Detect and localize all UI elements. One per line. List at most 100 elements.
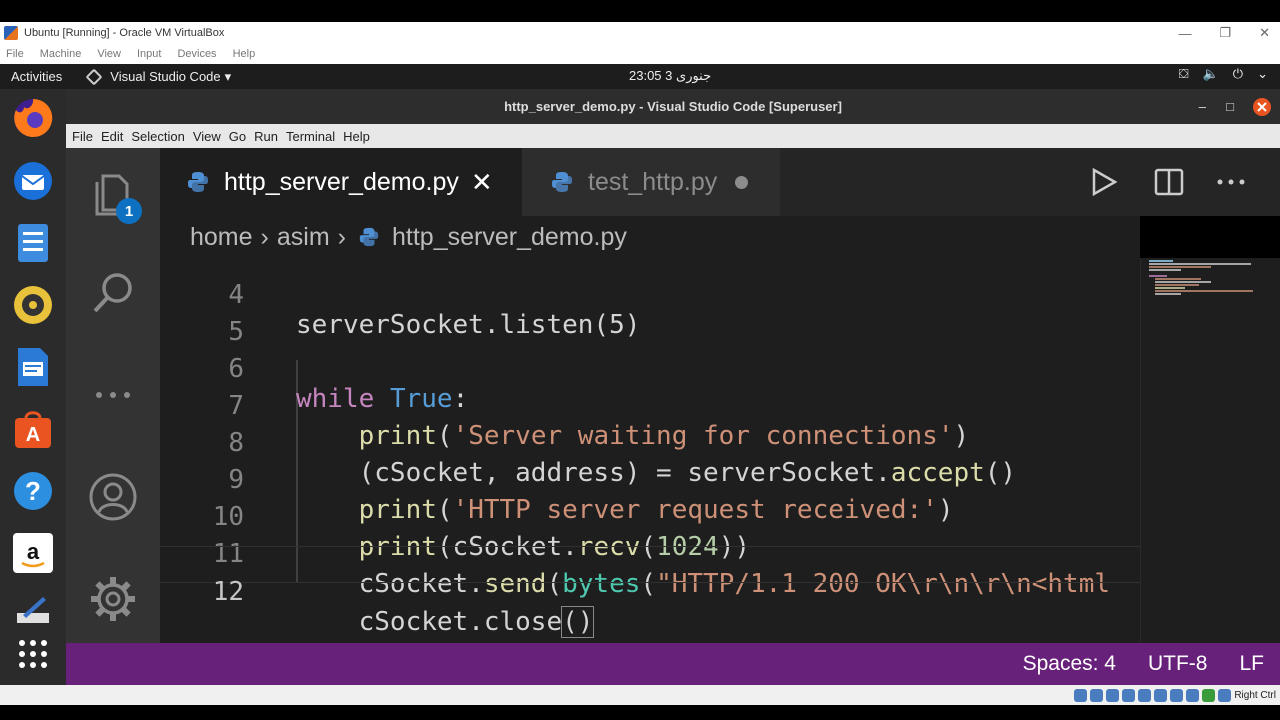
search-icon <box>90 270 136 316</box>
minimap[interactable] <box>1140 258 1280 643</box>
close-tab-icon[interactable]: ✕ <box>471 167 493 198</box>
status-bar: Spaces: 4 UTF-8 LF <box>66 643 1280 685</box>
svg-text:A: A <box>26 424 40 446</box>
explorer-badge: 1 <box>116 198 142 224</box>
letterbox-bottom <box>0 705 1280 720</box>
indentation-status[interactable]: Spaces: 4 <box>1023 652 1116 676</box>
manage-button[interactable] <box>86 572 140 626</box>
cpu-icon[interactable] <box>1202 689 1215 702</box>
code-line: 10 print(cSocket.recv(1024)) <box>160 472 1140 509</box>
usb-icon[interactable] <box>1138 689 1151 702</box>
tab-label: test_http.py <box>588 168 717 197</box>
activity-bar: 1 <box>66 148 160 643</box>
code-editor[interactable]: 4 serverSocket.listen(5) 5 6 while True:… <box>160 258 1140 643</box>
code-line: 11 cSocket.send(bytes("HTTP/1.1 200 OK\r… <box>160 509 1140 546</box>
minimize-icon[interactable]: – <box>1199 89 1206 124</box>
chevron-down-icon: ⌄ <box>1257 66 1268 82</box>
breadcrumb-home[interactable]: home <box>190 223 253 252</box>
vbox-titlebar: Ubuntu [Running] - Oracle VM VirtualBox … <box>0 22 1280 44</box>
text-editor-icon[interactable] <box>11 587 55 631</box>
host-key-label: Right Ctrl <box>1234 690 1276 701</box>
app-menu[interactable]: Visual Studio Code ▾ <box>88 69 231 85</box>
menu-go[interactable]: Go <box>229 129 246 144</box>
display-icon[interactable] <box>1170 689 1183 702</box>
unsaved-dot-icon[interactable] <box>735 176 748 189</box>
vbox-menu-devices[interactable]: Devices <box>177 48 216 60</box>
menu-help[interactable]: Help <box>343 129 370 144</box>
explorer-button[interactable]: 1 <box>86 166 140 220</box>
help-icon[interactable]: ? <box>11 469 55 513</box>
python-file-icon <box>550 170 574 194</box>
ubuntu-software-icon[interactable]: A <box>11 407 55 451</box>
gear-icon <box>88 574 138 624</box>
vscode-window-title: http_server_demo.py - Visual Studio Code… <box>504 99 842 114</box>
encoding-status[interactable]: UTF-8 <box>1148 652 1208 676</box>
libreoffice-writer-icon[interactable] <box>11 345 55 389</box>
menu-view[interactable]: View <box>193 129 221 144</box>
activities-button[interactable]: Activities <box>11 69 62 84</box>
svg-text:?: ? <box>25 476 41 506</box>
amazon-icon[interactable]: a <box>11 531 55 575</box>
clock[interactable]: جنوری 3 23:05 <box>629 68 711 84</box>
vbox-menubar: File Machine View Input Devices Help <box>0 44 1280 64</box>
shared-folders-icon[interactable] <box>1154 689 1167 702</box>
vbox-menu-input[interactable]: Input <box>137 48 161 60</box>
accounts-button[interactable] <box>86 470 140 524</box>
minimize-icon[interactable]: — <box>1178 26 1191 41</box>
tab-http-server-demo[interactable]: http_server_demo.py ✕ <box>160 148 522 216</box>
vbox-menu-help[interactable]: Help <box>233 48 256 60</box>
play-icon <box>1090 167 1118 197</box>
caret-down-icon: ▾ <box>225 69 232 85</box>
vbox-statusbar: Right Ctrl <box>0 685 1280 705</box>
optical-drive-icon[interactable] <box>1090 689 1103 702</box>
more-views-button[interactable] <box>86 368 140 422</box>
rhythmbox-icon[interactable] <box>11 283 55 327</box>
files-icon[interactable] <box>11 221 55 265</box>
power-icon: ⏻ <box>1233 66 1243 82</box>
menu-run[interactable]: Run <box>254 129 278 144</box>
audio-icon[interactable] <box>1106 689 1119 702</box>
volume-icon: 🔈 <box>1203 66 1219 82</box>
show-applications-icon[interactable] <box>11 632 55 676</box>
tab-test-http[interactable]: test_http.py <box>522 148 780 216</box>
system-tray[interactable]: ⛋ 🔈 ⏻ ⌄ <box>1179 66 1268 82</box>
vbox-menu-view[interactable]: View <box>97 48 121 60</box>
tab-label: http_server_demo.py <box>224 168 459 197</box>
vscode-titlebar: http_server_demo.py - Visual Studio Code… <box>66 89 1280 124</box>
mouse-integration-icon[interactable] <box>1218 689 1231 702</box>
code-line: 4 serverSocket.listen(5) <box>160 258 1140 287</box>
code-line: 8 (cSocket, address) = serverSocket.acce… <box>160 398 1140 435</box>
python-file-icon <box>186 170 210 194</box>
restore-icon[interactable]: ❐ <box>1219 25 1231 41</box>
close-icon[interactable]: ✕ <box>1259 25 1270 41</box>
code-line: 7 print('Server waiting for connections'… <box>160 361 1140 398</box>
network-icon: ⛋ <box>1179 66 1189 82</box>
menu-edit[interactable]: Edit <box>101 129 123 144</box>
vscode-menubar: File Edit Selection View Go Run Terminal… <box>66 124 1280 148</box>
close-icon <box>1252 97 1272 117</box>
network-icon[interactable] <box>1122 689 1135 702</box>
close-button[interactable] <box>1252 89 1272 124</box>
menu-selection[interactable]: Selection <box>131 129 184 144</box>
search-button[interactable] <box>86 266 140 320</box>
ellipsis-icon <box>93 390 133 400</box>
firefox-icon[interactable] <box>11 96 55 140</box>
recording-icon[interactable] <box>1186 689 1199 702</box>
split-editor-icon <box>1154 168 1184 196</box>
thunderbird-icon[interactable] <box>11 159 55 203</box>
breadcrumb-asim[interactable]: asim <box>277 223 330 252</box>
more-actions-button[interactable] <box>1216 148 1246 216</box>
eol-status[interactable]: LF <box>1239 652 1264 676</box>
vbox-menu-machine[interactable]: Machine <box>40 48 82 60</box>
maximize-icon[interactable]: □ <box>1226 89 1234 124</box>
run-button[interactable] <box>1090 148 1118 216</box>
vscode-icon <box>86 68 103 85</box>
ubuntu-dock: A ? a <box>0 89 66 685</box>
menu-file[interactable]: File <box>72 129 93 144</box>
bracket-match: () <box>562 607 593 637</box>
split-editor-button[interactable] <box>1154 148 1184 216</box>
hard-disk-icon[interactable] <box>1074 689 1087 702</box>
breadcrumb-file[interactable]: http_server_demo.py <box>392 223 627 252</box>
vbox-menu-file[interactable]: File <box>6 48 24 60</box>
menu-terminal[interactable]: Terminal <box>286 129 335 144</box>
